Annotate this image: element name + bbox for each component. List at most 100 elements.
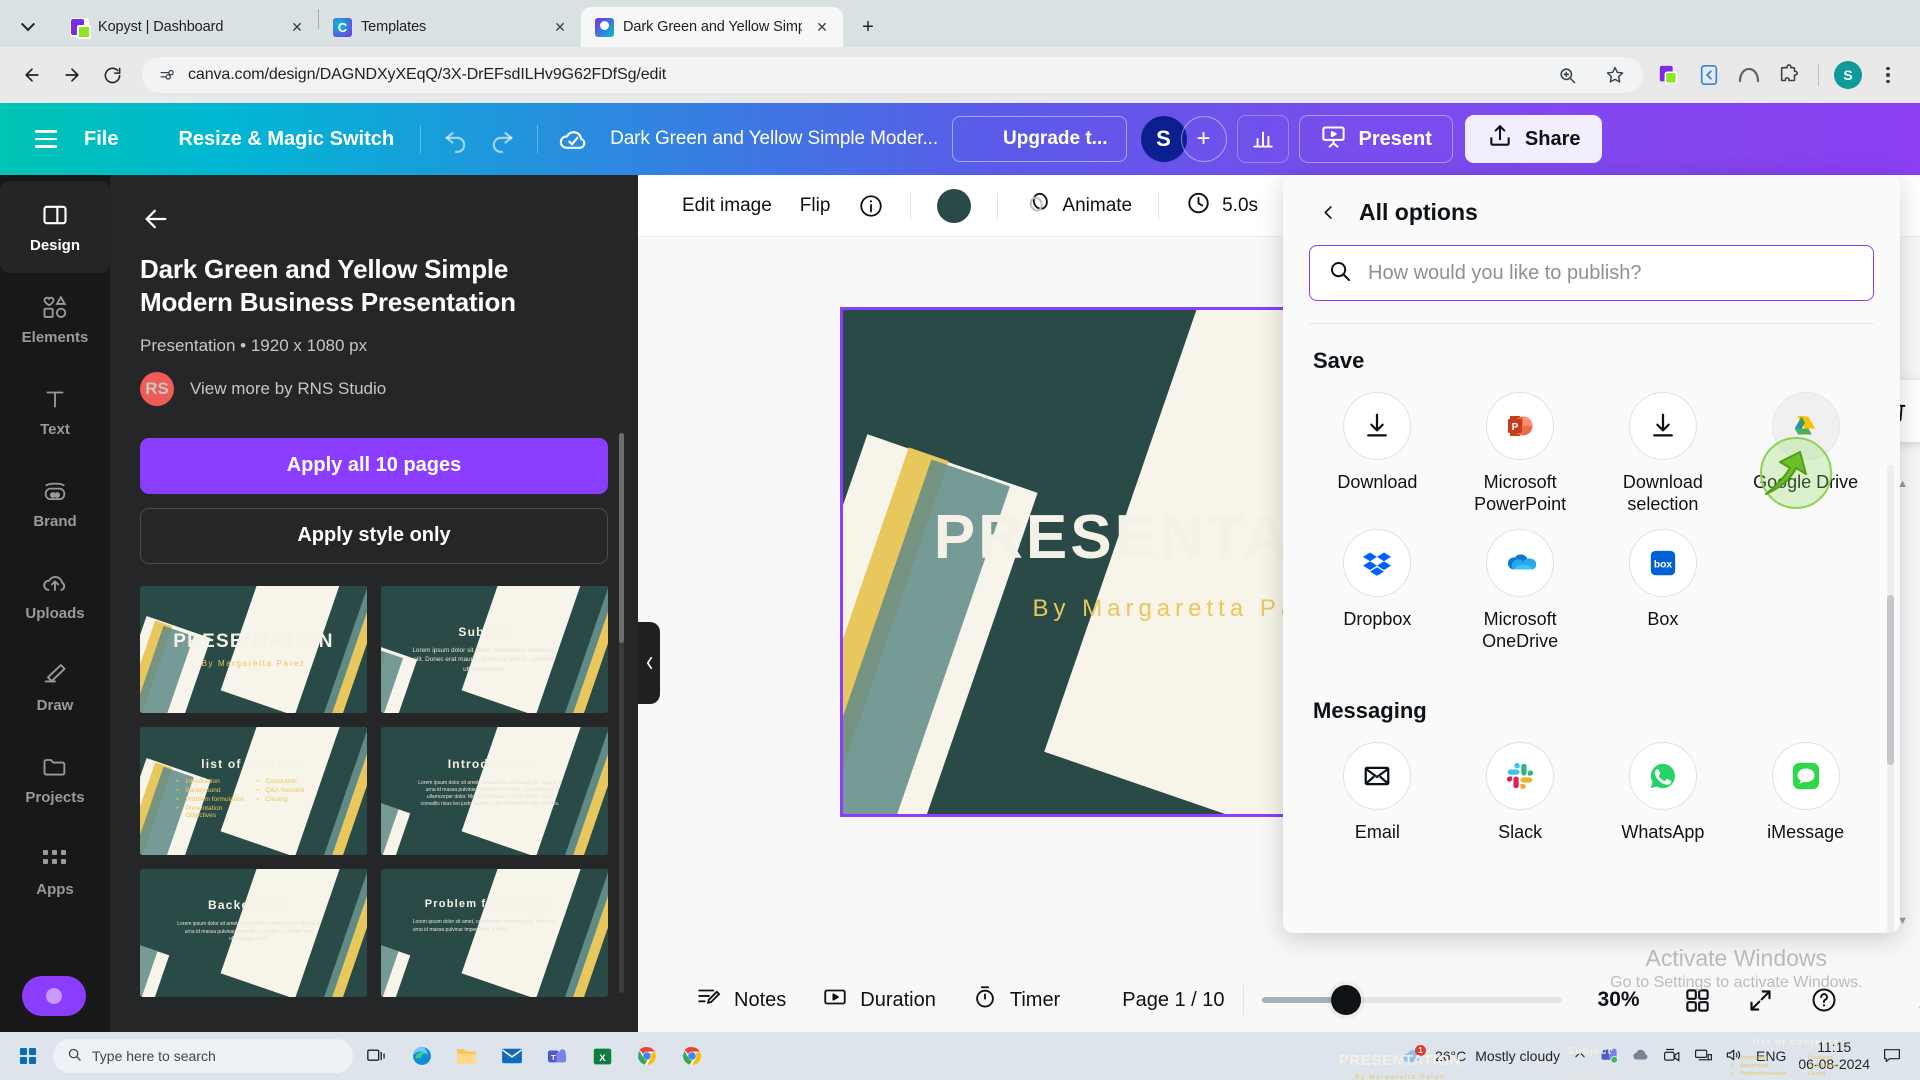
edge-icon[interactable] (401, 1036, 443, 1076)
undo-icon[interactable] (433, 116, 479, 162)
address-bar[interactable]: canva.com/design/DAGNDXyXEqQ/3X-DrEFsdIL… (142, 57, 1643, 93)
browser-tab-1[interactable]: Kopyst | Dashboard ✕ (56, 7, 318, 47)
option-whatsapp[interactable]: WhatsApp (1595, 742, 1732, 844)
chevron-down-icon[interactable] (1910, 993, 1920, 1027)
search-input[interactable] (1368, 261, 1855, 285)
edit-image-button[interactable]: Edit image (668, 184, 786, 228)
tab-search-chevron-icon[interactable] (0, 7, 56, 47)
canva-assistant-button[interactable] (22, 976, 86, 1016)
sidebar-item-design[interactable]: Design (0, 181, 110, 273)
notes-button[interactable]: Notes (678, 976, 804, 1024)
sidebar-item-brand[interactable]: co Brand (0, 457, 110, 549)
present-button[interactable]: Present (1298, 115, 1453, 163)
redo-icon[interactable] (479, 116, 525, 162)
animate-button[interactable]: Animate (1010, 184, 1146, 228)
taskbar-search[interactable]: Type here to search (53, 1039, 353, 1073)
option-imessage[interactable]: iMessage (1737, 742, 1874, 844)
bar-chart-icon[interactable] (1236, 115, 1289, 163)
site-settings-icon[interactable] (158, 66, 176, 84)
filmstrip-page-1[interactable]: PRESENTATION By Margaretta Parez 1 (1305, 1010, 1495, 1080)
document-title[interactable]: Dark Green and Yellow Simple Moder... (596, 128, 952, 150)
panel-scrollbar-thumb[interactable] (619, 433, 624, 643)
extensions-puzzle-icon[interactable] (1771, 57, 1807, 93)
new-tab-button[interactable]: + (851, 10, 885, 44)
add-member-button[interactable]: + (1180, 116, 1227, 162)
chrome-icon[interactable] (671, 1036, 713, 1076)
kopyst-extension-icon[interactable] (1651, 57, 1687, 93)
cloud-saved-icon[interactable] (550, 116, 596, 162)
file-explorer-icon[interactable] (446, 1036, 488, 1076)
mail-icon[interactable] (491, 1036, 533, 1076)
option-label: iMessage (1767, 822, 1845, 843)
timer-button[interactable]: Timer (954, 976, 1078, 1024)
forward-arrow-icon[interactable] (54, 57, 90, 93)
task-view-icon[interactable] (356, 1036, 398, 1076)
filmstrip-page-3[interactable]: list of contents Introduction Conclution… (1706, 1015, 1886, 1080)
filmstrip-page-2[interactable]: Subject Lorem ipsum dolor sit amet, cons… (1508, 1015, 1688, 1080)
zoom-icon[interactable] (1549, 57, 1585, 93)
arc-icon[interactable] (1731, 57, 1767, 93)
panel-back-button[interactable] (134, 197, 178, 241)
hamburger-menu-icon[interactable] (22, 115, 70, 163)
option-microsoft-powerpoint[interactable]: P Microsoft PowerPoint (1452, 392, 1589, 515)
panel-author[interactable]: RS View more by RNS Studio (110, 356, 638, 406)
template-thumbnail[interactable]: Introduction Lorem ipsum dolor sit amet,… (381, 727, 608, 855)
option-box[interactable]: box Box (1595, 529, 1732, 652)
option-dropbox[interactable]: Dropbox (1309, 529, 1446, 652)
sidebar-item-draw[interactable]: Draw (0, 641, 110, 733)
option-email[interactable]: Email (1309, 742, 1446, 844)
browser-tabstrip: Kopyst | Dashboard ✕ Templates ✕ Dark Gr… (0, 0, 1920, 47)
file-menu-button[interactable]: File (70, 118, 132, 160)
template-thumbnail[interactable]: Background Lorem ipsum dolor sit amet, c… (140, 868, 367, 997)
template-thumbnail[interactable]: PRESENTATION By Margaretta Parez (140, 585, 367, 714)
chrome-alt-icon[interactable] (626, 1036, 668, 1076)
template-thumbnail[interactable]: Subject Lorem ipsum dolor sit amet, cons… (381, 585, 608, 714)
sidebar-item-uploads[interactable]: Uploads (0, 549, 110, 641)
sidebar-item-apps[interactable]: Apps (0, 825, 110, 917)
excel-icon[interactable]: X (581, 1036, 623, 1076)
tab-close-icon[interactable]: ✕ (286, 16, 308, 38)
kebab-menu-icon[interactable] (1870, 57, 1906, 93)
apply-all-pages-button[interactable]: Apply all 10 pages (140, 437, 608, 494)
present-label: Present (1358, 127, 1432, 150)
collapse-panel-handle[interactable] (638, 622, 660, 704)
flip-button[interactable]: Flip (786, 184, 845, 228)
browser-tab-2[interactable]: Templates ✕ (319, 7, 581, 47)
reload-icon[interactable] (94, 57, 130, 93)
template-thumbnail[interactable]: list of contents Introduction Conclution… (140, 727, 367, 855)
back-chevron-icon[interactable] (1313, 197, 1343, 227)
option-microsoft-onedrive[interactable]: Microsoft OneDrive (1452, 529, 1589, 652)
windows-start-icon[interactable] (6, 1036, 50, 1076)
popover-scrollbar-thumb[interactable] (1887, 595, 1894, 765)
scroll-down-arrow-icon[interactable]: ▼ (1897, 915, 1908, 927)
sidebar-item-projects[interactable]: Projects (0, 733, 110, 825)
teams-icon[interactable]: T (536, 1036, 578, 1076)
resize-magic-switch-button[interactable]: Resize & Magic Switch (132, 118, 408, 160)
extension-blue-icon[interactable] (1691, 57, 1727, 93)
upgrade-button[interactable]: Upgrade t... (952, 116, 1127, 162)
template-thumbnail[interactable]: Problem formulation Lorem ipsum dolor si… (381, 868, 608, 997)
duration-button[interactable]: 5.0s (1171, 184, 1272, 228)
sidebar-item-elements[interactable]: Elements (0, 273, 110, 365)
back-arrow-icon[interactable] (14, 57, 50, 93)
option-slack[interactable]: Slack (1452, 742, 1589, 844)
zoom-slider-knob[interactable] (1330, 985, 1361, 1015)
duration-button[interactable]: Duration (804, 976, 954, 1024)
bookmark-star-icon[interactable] (1597, 57, 1633, 93)
info-circle-icon[interactable] (844, 184, 898, 228)
tab-close-icon[interactable]: ✕ (811, 16, 833, 38)
fs-body: Lorem ipsum dolor sit amet, consectetur … (1531, 1063, 1649, 1080)
scroll-up-arrow-icon[interactable]: ▲ (1897, 478, 1908, 490)
apply-style-only-button[interactable]: Apply style only (140, 507, 608, 564)
publish-search-box[interactable] (1309, 245, 1874, 301)
profile-avatar[interactable]: S (1830, 57, 1866, 93)
share-button[interactable]: Share (1464, 115, 1603, 163)
option-download-selection[interactable]: Download selection (1595, 392, 1732, 515)
sidebar-item-text[interactable]: Text (0, 365, 110, 457)
browser-tab-3[interactable]: Dark Green and Yellow Simple M ✕ (581, 7, 843, 47)
zoom-slider[interactable] (1261, 985, 1562, 1015)
avatar[interactable]: S (1140, 116, 1187, 162)
color-swatch-button[interactable] (923, 184, 985, 228)
option-download[interactable]: Download (1309, 392, 1446, 515)
tab-close-icon[interactable]: ✕ (549, 16, 571, 38)
